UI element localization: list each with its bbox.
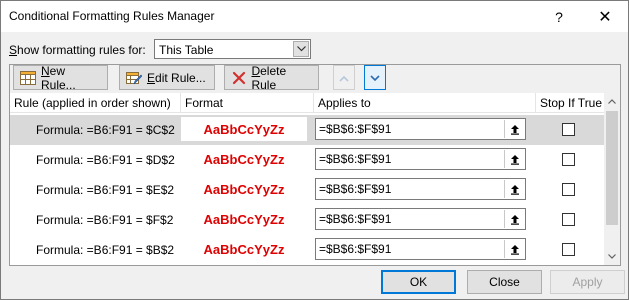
applies-to-input[interactable]: =$B$6:$F$91 [315,238,526,260]
format-preview: AaBbCcYyZz [181,117,307,141]
move-down-button[interactable] [364,65,386,90]
scroll-up-icon[interactable] [604,93,620,110]
format-preview: AaBbCcYyZz [181,177,307,201]
column-header-format[interactable]: Format [181,93,314,113]
rule-row[interactable]: Formula: =B6:F91 = $B$2 AaBbCcYyZz =$B$6… [10,235,604,265]
column-header-applies-to[interactable]: Applies to [314,93,536,113]
format-preview: AaBbCcYyZz [181,207,307,231]
rule-row[interactable]: Formula: =B6:F91 = $E$2 AaBbCcYyZz =$B$6… [10,175,604,205]
range-select-icon[interactable] [504,150,524,168]
format-preview: AaBbCcYyZz [181,237,307,261]
show-rules-row: Show formatting rules for: [9,40,146,60]
new-rule-label: New Rule... [41,63,76,92]
vertical-scrollbar[interactable] [604,93,620,265]
applies-to-value: =$B$6:$F$91 [319,122,392,136]
rule-description: Formula: =B6:F91 = $D$2 [36,153,175,167]
chevron-up-icon [339,71,349,85]
edit-rule-button[interactable]: Edit Rule... [119,65,215,90]
column-header-rule[interactable]: Rule (applied in order shown) [10,93,181,113]
conditional-formatting-dialog: Conditional Formatting Rules Manager ? ✕… [0,0,629,300]
rule-description: Formula: =B6:F91 = $C$2 [36,123,175,137]
column-header-stop-if-true[interactable]: Stop If True [536,93,604,113]
range-select-icon[interactable] [504,210,524,228]
scroll-down-icon[interactable] [604,248,620,265]
apply-button[interactable]: Apply [550,270,625,294]
stop-if-true-checkbox[interactable] [562,183,575,196]
chevron-down-icon[interactable] [293,41,309,57]
ok-button[interactable]: OK [381,270,456,294]
rule-description: Formula: =B6:F91 = $F$2 [36,213,174,227]
range-select-icon[interactable] [504,180,524,198]
applies-to-input[interactable]: =$B$6:$F$91 [315,118,526,140]
chevron-down-icon [370,71,380,85]
stop-if-true-checkbox[interactable] [562,243,575,256]
stop-if-true-checkbox[interactable] [562,213,575,226]
format-preview: AaBbCcYyZz [181,147,307,171]
table-icon [20,70,36,86]
help-button[interactable]: ? [536,1,582,32]
close-icon: ✕ [598,8,612,26]
stop-if-true-checkbox[interactable] [562,123,575,136]
applies-to-value: =$B$6:$F$91 [319,152,392,166]
range-select-icon[interactable] [504,240,524,258]
show-rules-label: Show formatting rules for: [9,43,146,57]
applies-to-input[interactable]: =$B$6:$F$91 [315,148,526,170]
stop-if-true-checkbox[interactable] [562,153,575,166]
edit-rule-label: Edit Rule... [147,70,206,85]
title-bar: Conditional Formatting Rules Manager ? ✕ [1,1,628,32]
delete-rule-button[interactable]: Delete Rule [224,63,319,92]
close-window-button[interactable]: ✕ [582,1,628,32]
help-icon: ? [555,8,563,25]
range-select-icon[interactable] [504,120,524,138]
new-rule-button[interactable]: New Rule... [13,63,108,92]
delete-x-icon [231,70,246,86]
rules-grid: Rule (applied in order shown) Format App… [10,93,604,265]
applies-to-value: =$B$6:$F$91 [319,212,392,226]
show-rules-select[interactable]: This Table [154,39,311,59]
rule-description: Formula: =B6:F91 = $B$2 [36,243,175,257]
edit-table-icon [126,70,142,86]
window-title: Conditional Formatting Rules Manager [9,9,215,23]
scrollbar-thumb[interactable] [606,111,618,225]
applies-to-value: =$B$6:$F$91 [319,242,392,256]
grid-header: Rule (applied in order shown) Format App… [10,93,604,113]
applies-to-value: =$B$6:$F$91 [319,182,392,196]
rule-row[interactable]: Formula: =B6:F91 = $D$2 AaBbCcYyZz =$B$6… [10,145,604,175]
rule-row[interactable]: Formula: =B6:F91 = $C$2 AaBbCcYyZz =$B$6… [10,115,604,145]
applies-to-input[interactable]: =$B$6:$F$91 [315,178,526,200]
close-button[interactable]: Close [467,270,542,294]
rule-row[interactable]: Formula: =B6:F91 = $F$2 AaBbCcYyZz =$B$6… [10,205,604,235]
show-rules-value: This Table [159,43,214,57]
applies-to-input[interactable]: =$B$6:$F$91 [315,208,526,230]
delete-rule-label: Delete Rule [251,63,287,92]
rule-description: Formula: =B6:F91 = $E$2 [36,183,175,197]
move-up-button[interactable] [333,65,355,90]
